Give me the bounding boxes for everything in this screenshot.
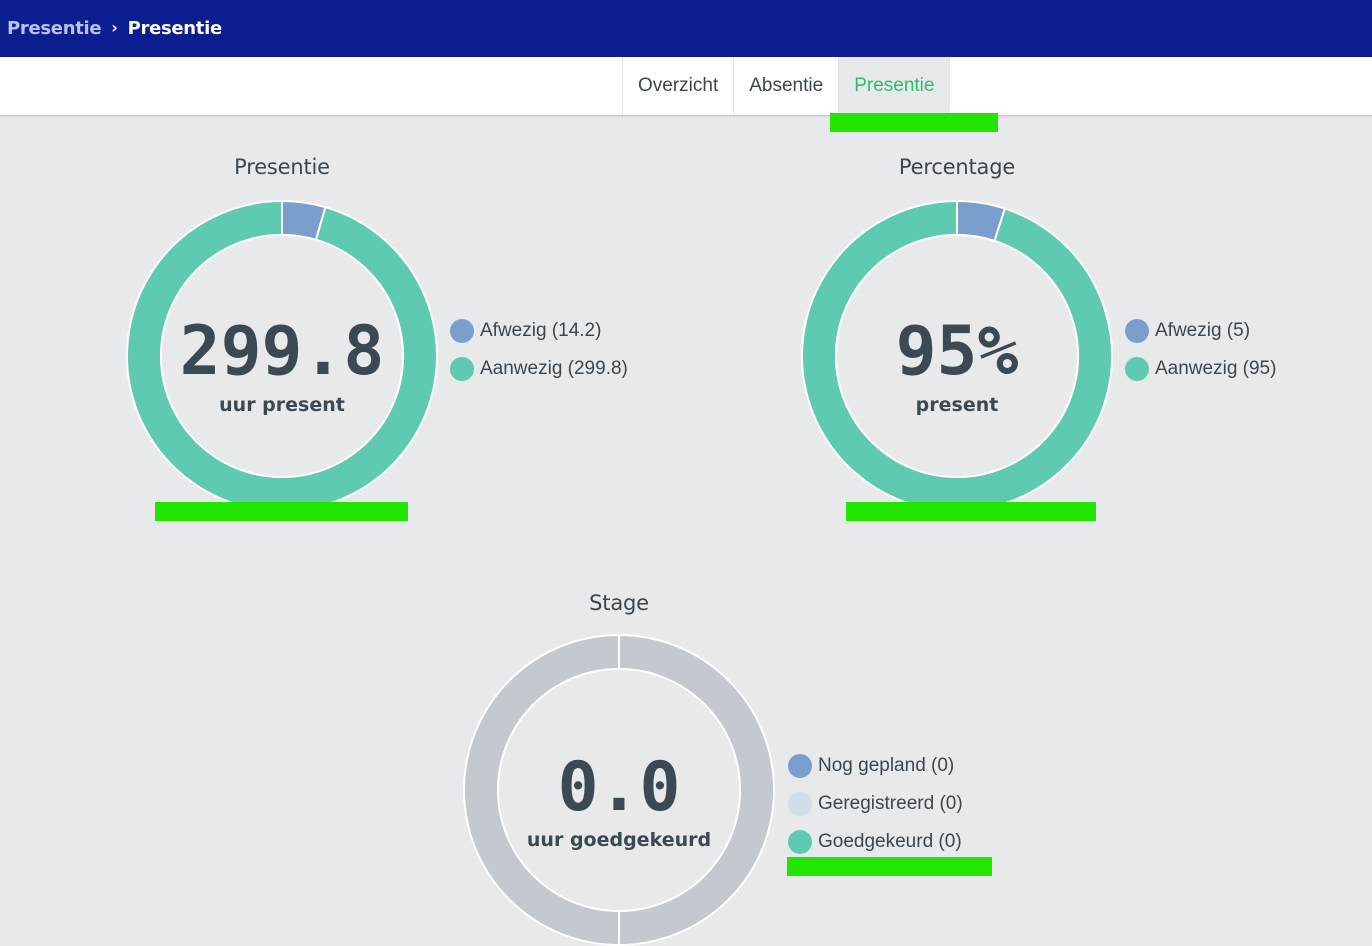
percentage-center-value: 95%	[895, 312, 1019, 391]
percentage-chart-highlight	[846, 502, 1096, 521]
breadcrumb-current: Presentie	[127, 18, 223, 39]
legend-dot-icon	[788, 754, 812, 778]
chevron-right-icon: ›	[111, 18, 118, 37]
presentie-center-label: uur present	[219, 394, 345, 416]
stage-center-value: 0.0	[557, 748, 681, 827]
active-tab-highlight	[830, 113, 998, 132]
legend-item-aanwezig[interactable]: Aanwezig (95)	[1125, 350, 1276, 388]
legend-item-nog-gepland[interactable]: Nog gepland (0)	[788, 747, 963, 785]
legend-item-afwezig[interactable]: Afwezig (14.2)	[450, 312, 628, 350]
stage-center-label: uur goedgekeurd	[526, 829, 712, 851]
presentie-legend: Afwezig (14.2) Aanwezig (299.8)	[450, 312, 628, 388]
top-header-bar: Presentie › Presentie	[0, 0, 1372, 57]
tab-presentie[interactable]: Presentie	[839, 57, 951, 115]
presentie-chart-highlight	[155, 502, 408, 521]
legend-item-geregistreerd[interactable]: Geregistreerd (0)	[788, 785, 963, 823]
legend-label: Goedgekeurd (0)	[818, 831, 962, 852]
legend-label: Aanwezig (299.8)	[480, 358, 628, 379]
legend-label: Afwezig (14.2)	[480, 320, 602, 341]
stage-chart-title: Stage	[589, 591, 649, 615]
legend-label: Afwezig (5)	[1155, 320, 1251, 341]
legend-label: Nog gepland (0)	[818, 755, 955, 776]
stage-legend: Nog gepland (0) Geregistreerd (0) Goedge…	[788, 747, 963, 861]
legend-dot-icon	[1125, 319, 1149, 343]
legend-dot-icon	[1125, 357, 1149, 381]
legend-dot-icon	[788, 792, 812, 816]
legend-item-afwezig[interactable]: Afwezig (5)	[1125, 312, 1276, 350]
legend-dot-icon	[450, 319, 474, 343]
presentie-center-value: 299.8	[179, 312, 385, 391]
percentage-center-label: present	[915, 394, 999, 416]
tab-bar: Overzicht Absentie Presentie	[0, 57, 1372, 116]
stage-legend-highlight	[787, 857, 992, 876]
legend-label: Aanwezig (95)	[1155, 358, 1277, 379]
tab-overzicht[interactable]: Overzicht	[623, 57, 735, 115]
legend-item-aanwezig[interactable]: Aanwezig (299.8)	[450, 350, 628, 388]
breadcrumb-parent-link[interactable]: Presentie	[7, 18, 102, 39]
presentie-chart-title: Presentie	[234, 155, 330, 179]
tab-list: Overzicht Absentie Presentie	[622, 57, 951, 115]
legend-label: Geregistreerd (0)	[818, 793, 963, 814]
breadcrumb: Presentie › Presentie	[0, 18, 222, 39]
legend-item-goedgekeurd[interactable]: Goedgekeurd (0)	[788, 823, 963, 861]
legend-dot-icon	[788, 830, 812, 854]
percentage-chart-title: Percentage	[898, 155, 1016, 179]
legend-dot-icon	[450, 357, 474, 381]
percentage-legend: Afwezig (5) Aanwezig (95)	[1125, 312, 1276, 388]
tab-absentie[interactable]: Absentie	[734, 57, 840, 115]
